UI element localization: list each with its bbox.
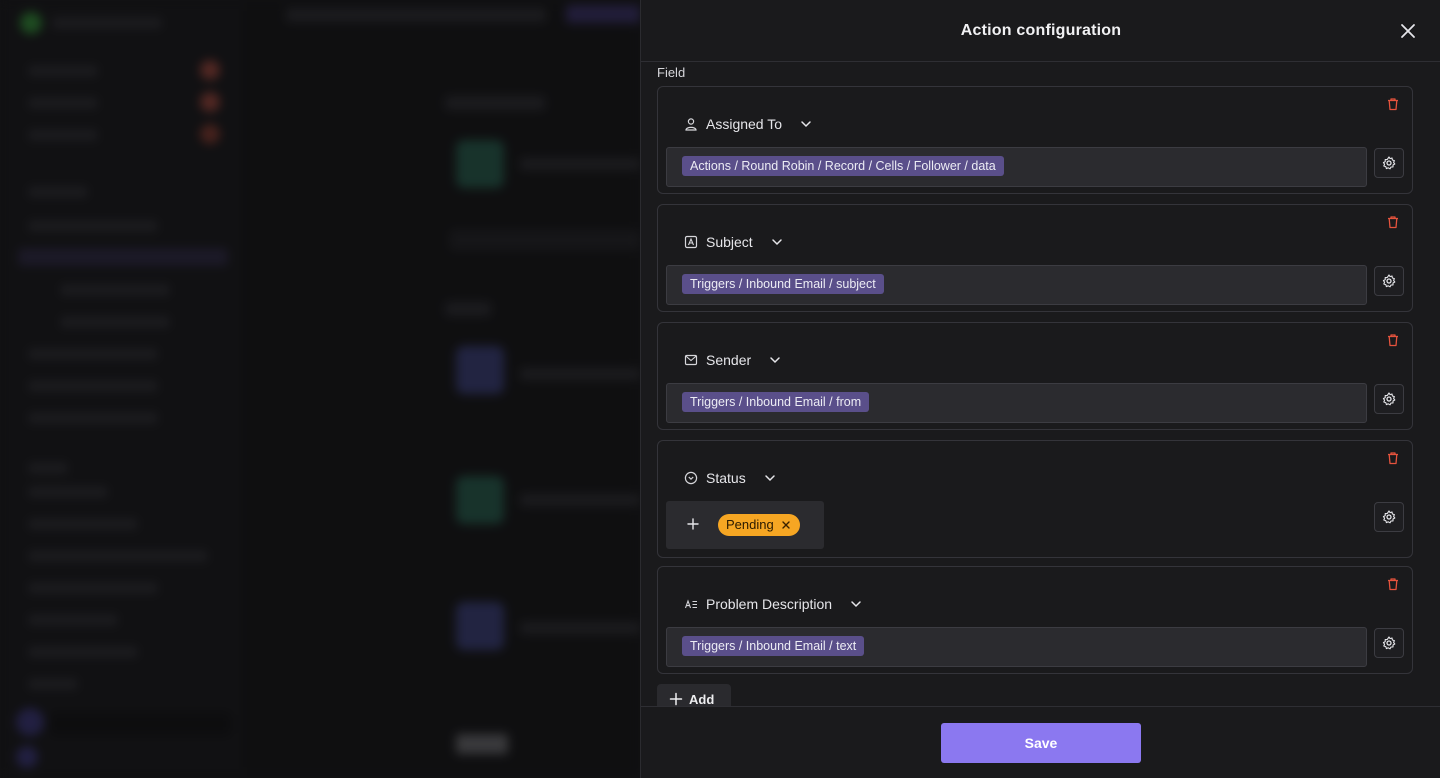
background-app: [0, 0, 640, 778]
plus-icon: [669, 692, 683, 706]
field-card-status: Status Pending: [657, 440, 1413, 558]
field-selector-sender[interactable]: Sender: [684, 349, 781, 371]
gear-icon: [1382, 156, 1396, 170]
field-selector-subject[interactable]: Subject: [684, 231, 783, 253]
chevron-down-icon: [770, 357, 780, 364]
chevron-down-icon: [851, 601, 861, 608]
field-settings-button[interactable]: [1374, 384, 1404, 414]
drawer-header: Action configuration: [641, 0, 1440, 62]
field-value-input[interactable]: Actions / Round Robin / Record / Cells /…: [666, 147, 1367, 187]
close-icon: [1401, 24, 1415, 38]
field-settings-button[interactable]: [1374, 148, 1404, 178]
drawer-body: Field Assigned To Actions / Round Robin …: [641, 62, 1440, 706]
delete-field-button[interactable]: [1386, 333, 1402, 349]
trash-icon: [1388, 216, 1398, 229]
gear-icon: [1382, 636, 1396, 650]
status-pill-label: Pending: [726, 517, 774, 532]
variable-chip[interactable]: Actions / Round Robin / Record / Cells /…: [682, 156, 1004, 176]
text-icon: [684, 235, 698, 249]
trash-icon: [1388, 578, 1398, 591]
drawer-title: Action configuration: [960, 21, 1122, 39]
variable-chip[interactable]: Triggers / Inbound Email / text: [682, 636, 865, 656]
chevron-down-icon: [801, 121, 811, 128]
add-status-button[interactable]: [686, 517, 702, 533]
field-card-subject: Subject Triggers / Inbound Email / subje…: [657, 204, 1413, 312]
gear-icon: [1382, 392, 1396, 406]
gear-icon: [1382, 510, 1396, 524]
long-text-icon: [684, 599, 697, 609]
field-value-input[interactable]: Triggers / Inbound Email / subject: [666, 265, 1367, 305]
plus-icon: [687, 518, 699, 530]
field-value-input[interactable]: Triggers / Inbound Email / text: [666, 627, 1367, 667]
chevron-down-icon: [771, 239, 782, 246]
field-card-assigned-to: Assigned To Actions / Round Robin / Reco…: [657, 86, 1413, 194]
field-name: Assigned To: [706, 116, 783, 132]
field-name: Problem Description: [706, 596, 833, 612]
field-section-label: Field: [657, 65, 686, 80]
action-configuration-drawer: Action configuration Field Assigned To A…: [640, 0, 1440, 778]
field-selector-assigned-to[interactable]: Assigned To: [684, 113, 812, 135]
delete-field-button[interactable]: [1386, 451, 1402, 467]
delete-field-button[interactable]: [1386, 215, 1402, 231]
field-name: Sender: [706, 352, 752, 368]
field-card-problem-description: Problem Description Triggers / Inbound E…: [657, 566, 1413, 674]
field-selector-status[interactable]: Status: [684, 467, 776, 489]
status-value-box: Pending: [666, 501, 824, 549]
gear-icon: [1382, 274, 1396, 288]
field-settings-button[interactable]: [1374, 628, 1404, 658]
trash-icon: [1388, 98, 1398, 111]
status-pill-pending: Pending: [718, 514, 800, 536]
close-button[interactable]: [1397, 20, 1419, 42]
field-card-sender: Sender Triggers / Inbound Email / from: [657, 322, 1413, 430]
field-settings-button[interactable]: [1374, 266, 1404, 296]
add-field-button[interactable]: Add: [657, 684, 731, 706]
background-overlay: [0, 0, 640, 778]
field-name: Status: [706, 470, 746, 486]
trash-icon: [1388, 452, 1398, 465]
field-selector-problem-description[interactable]: Problem Description: [684, 593, 862, 615]
trash-icon: [1388, 334, 1398, 347]
variable-chip[interactable]: Triggers / Inbound Email / subject: [682, 274, 884, 294]
add-field-label: Add: [689, 691, 715, 707]
field-settings-button[interactable]: [1374, 502, 1404, 532]
delete-field-button[interactable]: [1386, 577, 1402, 593]
field-value-input[interactable]: Triggers / Inbound Email / from: [666, 383, 1367, 423]
user-icon: [685, 118, 697, 131]
remove-status-icon[interactable]: [780, 519, 792, 531]
variable-chip[interactable]: Triggers / Inbound Email / from: [682, 392, 870, 412]
drawer-footer: Save: [641, 706, 1440, 778]
save-button[interactable]: Save: [941, 723, 1141, 763]
status-icon: [684, 471, 698, 485]
mail-icon: [684, 354, 698, 366]
field-name: Subject: [706, 234, 753, 250]
chevron-down-icon: [764, 475, 775, 482]
delete-field-button[interactable]: [1386, 97, 1402, 113]
